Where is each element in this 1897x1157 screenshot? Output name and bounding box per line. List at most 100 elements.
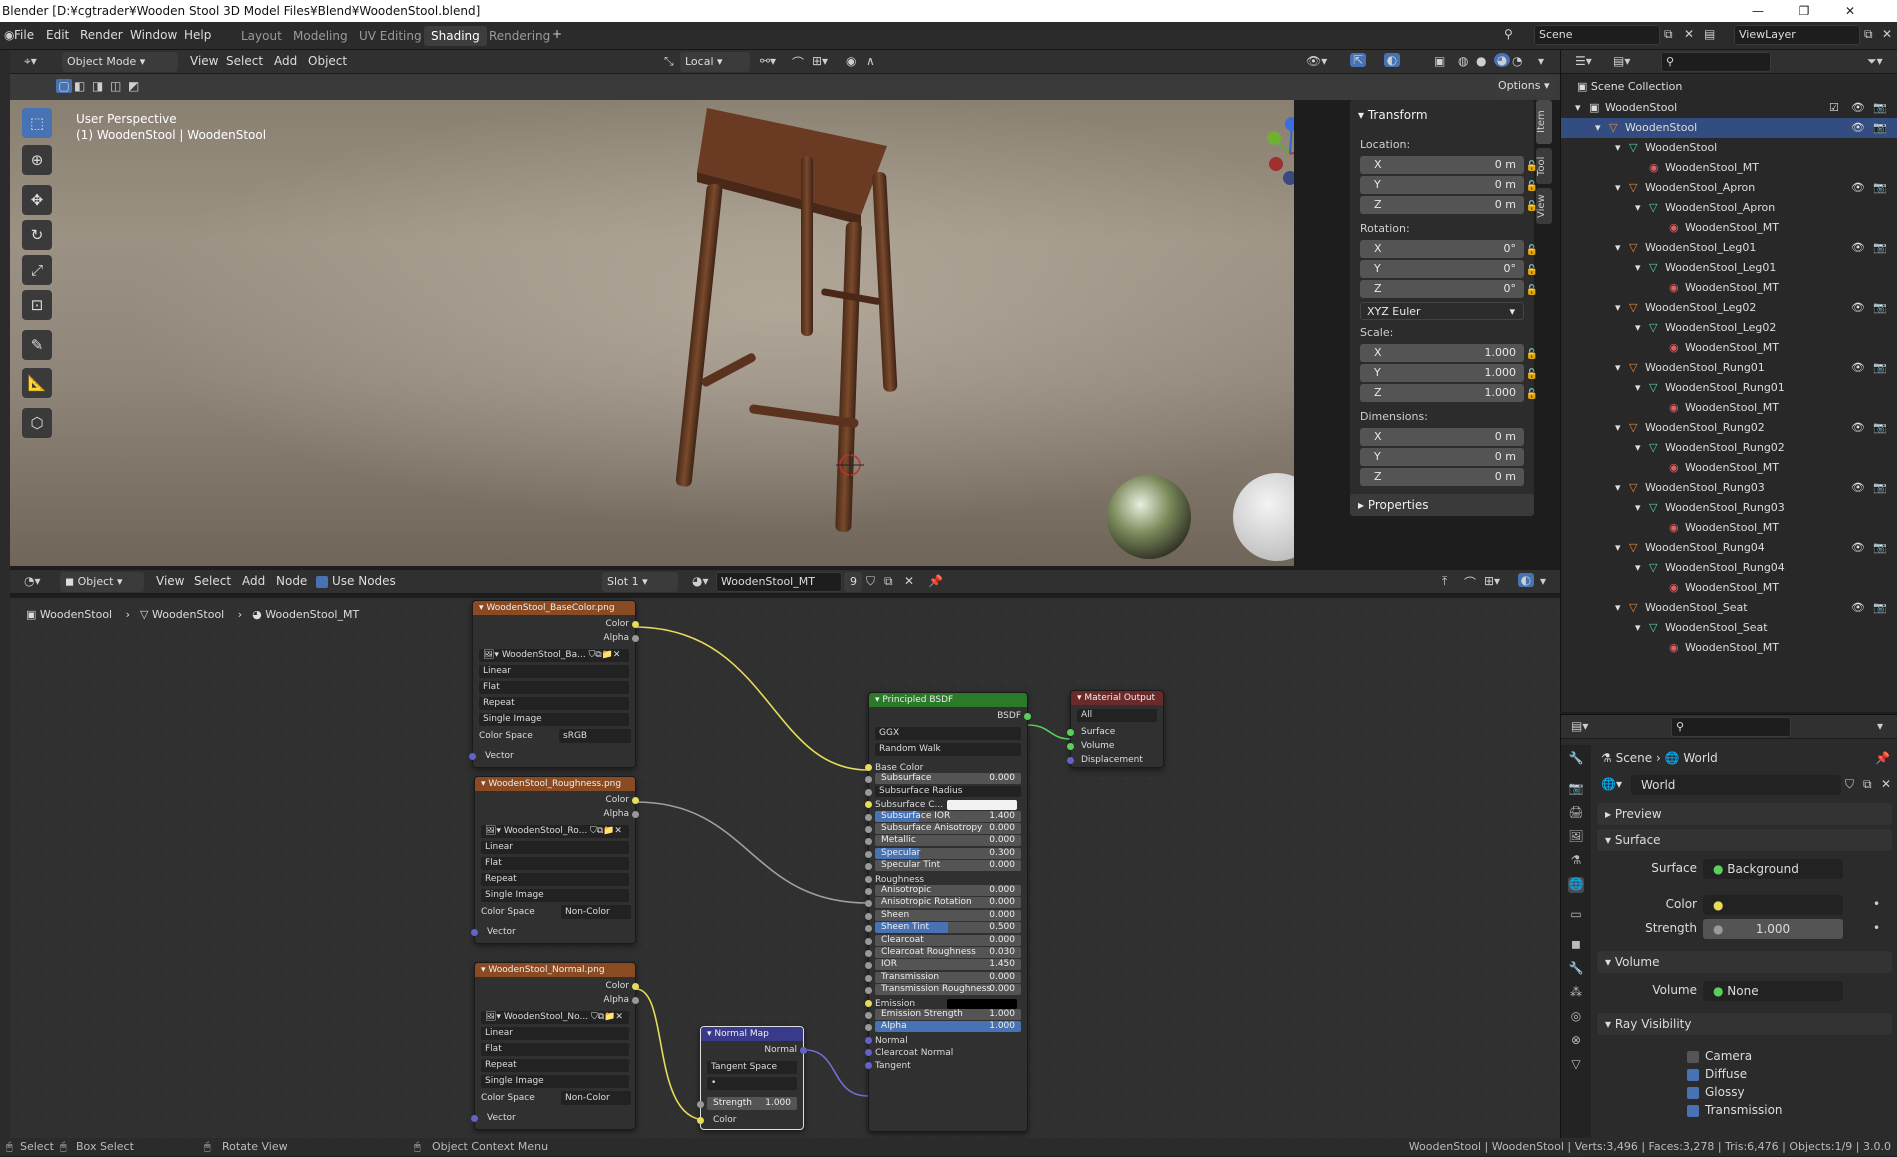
location-z-field[interactable]: Z0 m 🔓 [1360, 196, 1538, 214]
outliner-row[interactable]: ◉ WoodenStool_MT [1561, 638, 1897, 658]
collection-tab-icon[interactable]: ▭ [1568, 907, 1584, 923]
rotation-mode-dropdown[interactable]: XYZ Euler ▾ [1360, 302, 1524, 320]
select-mode-subtract-icon[interactable]: ◨ [92, 79, 103, 93]
volume-section[interactable]: ▾ Volume [1597, 951, 1892, 973]
distribution-dropdown[interactable]: GGX [875, 727, 1021, 740]
input-socket[interactable] [865, 1012, 872, 1019]
source-dropdown[interactable]: Single Image [481, 1075, 629, 1088]
scene-collection-label[interactable]: ▣ Scene Collection [1577, 80, 1682, 93]
duplicate-icon[interactable]: ⧉ [1863, 777, 1872, 792]
eye-icon[interactable]: 👁 [1851, 598, 1865, 618]
camera-icon[interactable]: 📷 [1873, 178, 1887, 198]
uv-map-field[interactable]: • [707, 1077, 797, 1090]
image-selector[interactable]: 🖼▾ WoodenStool_Ba... ⛉⧉📁✕ [479, 649, 629, 662]
options-dropdown[interactable]: Options ▾ [1494, 77, 1556, 97]
editor-type-icon[interactable]: ☰▾ [1575, 54, 1592, 68]
input-socket[interactable] [865, 962, 872, 970]
color-space-dropdown[interactable]: sRGB [559, 729, 631, 743]
new-view-layer-icon[interactable]: ⧉ [1864, 27, 1873, 42]
transform-tool-icon[interactable]: ⊡ [22, 290, 52, 320]
new-scene-icon[interactable]: ⧉ [1664, 27, 1673, 42]
node-menu-select[interactable]: Select [194, 574, 231, 588]
eye-icon[interactable]: 👁 [1851, 418, 1865, 438]
add-cube-tool-icon[interactable]: ⬡ [22, 408, 52, 438]
snap-icon[interactable]: ⌒ [792, 54, 804, 71]
color-field[interactable]: ● [1703, 895, 1843, 915]
filter-icon[interactable]: ⏷▾ [1867, 54, 1883, 69]
menu-edit[interactable]: Edit [46, 28, 69, 42]
material-name-field[interactable]: WoodenStool_MT [716, 572, 842, 592]
duplicate-icon[interactable]: ⧉ [884, 574, 893, 589]
camera-icon[interactable]: 📷 [1873, 98, 1887, 118]
expand-toggle-icon[interactable]: ▾ [1635, 198, 1641, 218]
exclude-checkbox[interactable]: ☑ [1829, 98, 1839, 118]
viewport-menu-object[interactable]: Object [308, 54, 347, 68]
surface-section[interactable]: ▾ Surface [1597, 829, 1892, 851]
tab-layout[interactable]: Layout [234, 26, 289, 46]
editor-type-icon[interactable]: ▤▾ [1571, 719, 1588, 733]
dimensions-z-field[interactable]: Z 0 m [1360, 468, 1524, 486]
source-dropdown[interactable]: Single Image [481, 889, 629, 902]
select-mode-extend-icon[interactable]: ◧ [74, 79, 85, 93]
tab-tool[interactable]: Tool [1536, 148, 1552, 184]
shading-material-icon[interactable]: ◕ [1494, 53, 1510, 67]
camera-icon[interactable]: 📷 [1873, 298, 1887, 318]
snap-target-icon[interactable]: ⊞▾ [1484, 574, 1500, 588]
world-tab-icon[interactable]: 🌐 [1568, 877, 1584, 893]
node-material-output[interactable]: ▾ Material Output All Surface Volume Dis… [1067, 690, 1164, 768]
dimensions-x-field[interactable]: X 0 m [1360, 428, 1524, 446]
outliner-row[interactable]: ▾ ▽ WoodenStool_Leg02 👁 📷 [1561, 298, 1897, 318]
expand-toggle-icon[interactable]: ▾ [1635, 378, 1641, 398]
projection-dropdown[interactable]: Flat [479, 681, 629, 694]
node-roughness-texture[interactable]: ▾ WoodenStool_Roughness.png Color Alpha … [471, 776, 639, 944]
image-selector[interactable]: 🖼▾ WoodenStool_No... ⛉⧉📁✕ [481, 1011, 629, 1024]
proportional-edit-icon[interactable]: ◉ [846, 54, 856, 68]
bsdf-input-subsurface[interactable]: Subsurface 0.000 [875, 773, 1021, 785]
select-mode-new-icon[interactable]: ▢ [56, 79, 72, 93]
scene-tab-icon[interactable]: ⚗ [1568, 853, 1584, 869]
object-tab-icon[interactable]: ◼ [1568, 937, 1584, 953]
gizmo-z-icon[interactable] [1285, 117, 1294, 131]
expand-toggle-icon[interactable]: ▾ [1635, 498, 1641, 518]
socket-bsdf-out[interactable] [1024, 713, 1031, 720]
color-swatch[interactable] [947, 800, 1017, 811]
preview-section[interactable]: ▸ Preview [1597, 803, 1892, 825]
gizmo-toggle-icon[interactable]: ⇱ [1350, 53, 1366, 67]
menu-help[interactable]: Help [184, 28, 211, 42]
unlink-icon[interactable]: ✕ [904, 574, 914, 588]
outliner-row[interactable]: ▾ ▽ WoodenStool_Rung04 👁 📷 [1561, 538, 1897, 558]
input-socket[interactable] [865, 999, 872, 1007]
expand-toggle-icon[interactable]: ▾ [1615, 298, 1621, 318]
select-box-tool-icon[interactable]: ⬚ [22, 108, 52, 138]
annotate-tool-icon[interactable]: ✎ [22, 330, 52, 360]
eye-icon[interactable]: 👁 [1851, 298, 1865, 318]
outliner-row[interactable]: ▾ ▽ WoodenStool_Rung04 [1561, 558, 1897, 578]
scene-field[interactable]: Scene [1534, 25, 1660, 45]
socket-surface-in[interactable] [1067, 729, 1074, 736]
input-socket[interactable] [865, 838, 872, 846]
menu-render[interactable]: Render [80, 28, 123, 42]
input-socket[interactable] [865, 826, 872, 833]
bsdf-input-anisotropic-rotation[interactable]: Anisotropic Rotation 0.000 [875, 897, 1021, 909]
view-layer-icon[interactable]: ▤ [1704, 27, 1715, 41]
scene-icon[interactable]: ⚲ [1504, 27, 1513, 41]
outliner-row[interactable]: ▾ ▽ WoodenStool_Apron 👁 📷 [1561, 178, 1897, 198]
bsdf-input-metallic[interactable]: Metallic 0.000 [875, 835, 1021, 847]
delete-view-layer-icon[interactable]: ✕ [1882, 27, 1892, 41]
socket-alpha[interactable] [632, 635, 639, 642]
input-socket[interactable] [865, 1024, 872, 1032]
expand-toggle-icon[interactable]: ▾ [1575, 98, 1581, 118]
shading-rendered-icon[interactable]: ◔ [1512, 54, 1522, 68]
input-socket[interactable] [865, 987, 872, 995]
input-socket[interactable] [865, 850, 872, 858]
overlay-toggle-icon[interactable]: ◐ [1384, 53, 1400, 67]
subsurface-method-dropdown[interactable]: Random Walk [875, 743, 1021, 756]
outliner-row[interactable]: ◉ WoodenStool_MT [1561, 218, 1897, 238]
tool-tab-icon[interactable]: 🔧 [1568, 751, 1584, 767]
physics-tab-icon[interactable]: ◎ [1568, 1009, 1584, 1025]
bsdf-input-specular[interactable]: Specular 0.300 [875, 847, 1021, 859]
3d-viewport[interactable]: User Perspective (1) WoodenStool | Woode… [10, 100, 1294, 566]
unlink-icon[interactable]: ✕ [1881, 777, 1891, 791]
mode-dropdown[interactable]: Object Mode ▾ [62, 52, 178, 72]
socket-color[interactable] [632, 621, 639, 628]
